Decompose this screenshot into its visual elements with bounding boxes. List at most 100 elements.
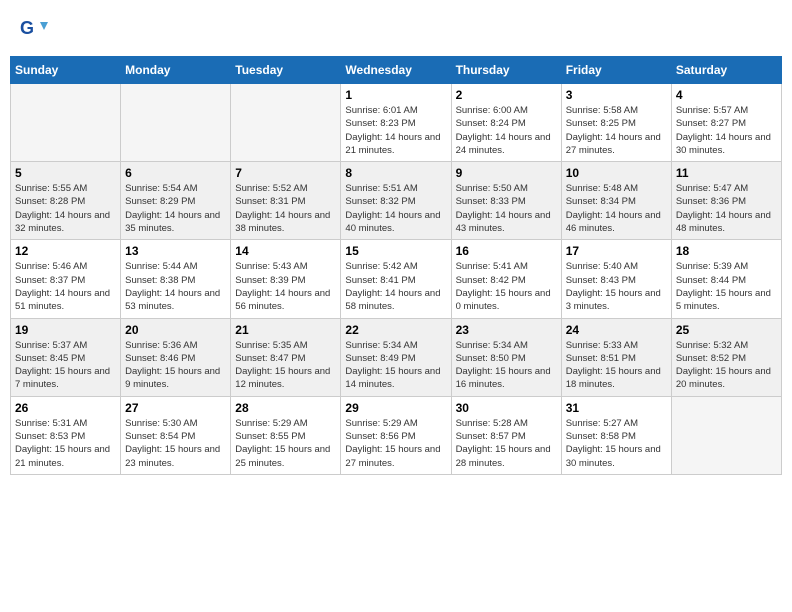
calendar-day (11, 84, 121, 162)
calendar-day: 28 Sunrise: 5:29 AMSunset: 8:55 PMDayligh… (231, 396, 341, 474)
day-info: Sunrise: 5:29 AMSunset: 8:55 PMDaylight:… (235, 417, 336, 470)
day-number: 10 (566, 166, 667, 180)
calendar-day: 1 Sunrise: 6:01 AMSunset: 8:23 PMDaylight… (341, 84, 451, 162)
day-info: Sunrise: 5:32 AMSunset: 8:52 PMDaylight:… (676, 339, 777, 392)
day-number: 3 (566, 88, 667, 102)
day-info: Sunrise: 5:42 AMSunset: 8:41 PMDaylight:… (345, 260, 446, 313)
calendar-week-row: 5 Sunrise: 5:55 AMSunset: 8:28 PMDaylight… (11, 162, 782, 240)
day-info: Sunrise: 5:35 AMSunset: 8:47 PMDaylight:… (235, 339, 336, 392)
calendar-week-row: 19 Sunrise: 5:37 AMSunset: 8:45 PMDayligh… (11, 318, 782, 396)
day-info: Sunrise: 5:52 AMSunset: 8:31 PMDaylight:… (235, 182, 336, 235)
day-number: 9 (456, 166, 557, 180)
day-info: Sunrise: 5:58 AMSunset: 8:25 PMDaylight:… (566, 104, 667, 157)
calendar-week-row: 26Sunrise: 5:31 AMSunset: 8:53 PMDayligh… (11, 396, 782, 474)
svg-text:G: G (20, 18, 34, 38)
day-info: Sunrise: 5:40 AMSunset: 8:43 PMDaylight:… (566, 260, 667, 313)
calendar-day: 8 Sunrise: 5:51 AMSunset: 8:32 PMDaylight… (341, 162, 451, 240)
calendar-day: 22 Sunrise: 5:34 AMSunset: 8:49 PMDayligh… (341, 318, 451, 396)
logo-icon: G (18, 14, 48, 44)
logo: G (18, 14, 50, 44)
day-info: Sunrise: 5:55 AMSunset: 8:28 PMDaylight:… (15, 182, 116, 235)
weekday-header: Wednesday (341, 57, 451, 84)
day-number: 27 (125, 401, 226, 415)
calendar-day: 6 Sunrise: 5:54 AMSunset: 8:29 PMDaylight… (121, 162, 231, 240)
day-number: 21 (235, 323, 336, 337)
weekday-header: Saturday (671, 57, 781, 84)
weekday-header: Monday (121, 57, 231, 84)
calendar-day: 7 Sunrise: 5:52 AMSunset: 8:31 PMDaylight… (231, 162, 341, 240)
day-info: Sunrise: 5:43 AMSunset: 8:39 PMDaylight:… (235, 260, 336, 313)
day-info: Sunrise: 5:36 AMSunset: 8:46 PMDaylight:… (125, 339, 226, 392)
day-info: Sunrise: 5:30 AMSunset: 8:54 PMDaylight:… (125, 417, 226, 470)
day-info: Sunrise: 6:01 AMSunset: 8:23 PMDaylight:… (345, 104, 446, 157)
day-info: Sunrise: 6:00 AMSunset: 8:24 PMDaylight:… (456, 104, 557, 157)
day-number: 24 (566, 323, 667, 337)
day-number: 17 (566, 244, 667, 258)
calendar-day: 12 Sunrise: 5:46 AMSunset: 8:37 PMDayligh… (11, 240, 121, 318)
day-number: 4 (676, 88, 777, 102)
calendar-day: 25 Sunrise: 5:32 AMSunset: 8:52 PMDayligh… (671, 318, 781, 396)
weekday-header: Sunday (11, 57, 121, 84)
day-info: Sunrise: 5:44 AMSunset: 8:38 PMDaylight:… (125, 260, 226, 313)
day-number: 11 (676, 166, 777, 180)
calendar-day: 23 Sunrise: 5:34 AMSunset: 8:50 PMDayligh… (451, 318, 561, 396)
day-info: Sunrise: 5:50 AMSunset: 8:33 PMDaylight:… (456, 182, 557, 235)
day-number: 12 (15, 244, 116, 258)
day-number: 5 (15, 166, 116, 180)
day-info: Sunrise: 5:27 AMSunset: 8:58 PMDaylight:… (566, 417, 667, 470)
day-info: Sunrise: 5:29 AMSunset: 8:56 PMDaylight:… (345, 417, 446, 470)
day-number: 6 (125, 166, 226, 180)
calendar-day (671, 396, 781, 474)
day-number: 25 (676, 323, 777, 337)
calendar-day: 30Sunrise: 5:28 AMSunset: 8:57 PMDayligh… (451, 396, 561, 474)
weekday-header: Friday (561, 57, 671, 84)
calendar-day (231, 84, 341, 162)
day-number: 16 (456, 244, 557, 258)
day-number: 19 (15, 323, 116, 337)
calendar-day: 2Sunrise: 6:00 AMSunset: 8:24 PMDaylight… (451, 84, 561, 162)
day-info: Sunrise: 5:51 AMSunset: 8:32 PMDaylight:… (345, 182, 446, 235)
calendar-day: 24 Sunrise: 5:33 AMSunset: 8:51 PMDayligh… (561, 318, 671, 396)
calendar-day: 16 Sunrise: 5:41 AMSunset: 8:42 PMDayligh… (451, 240, 561, 318)
day-number: 23 (456, 323, 557, 337)
day-info: Sunrise: 5:37 AMSunset: 8:45 PMDaylight:… (15, 339, 116, 392)
calendar-day: 4 Sunrise: 5:57 AMSunset: 8:27 PMDaylight… (671, 84, 781, 162)
day-info: Sunrise: 5:57 AMSunset: 8:27 PMDaylight:… (676, 104, 777, 157)
day-info: Sunrise: 5:54 AMSunset: 8:29 PMDaylight:… (125, 182, 226, 235)
day-info: Sunrise: 5:34 AMSunset: 8:50 PMDaylight:… (456, 339, 557, 392)
calendar-day: 26Sunrise: 5:31 AMSunset: 8:53 PMDayligh… (11, 396, 121, 474)
calendar-day: 27 Sunrise: 5:30 AMSunset: 8:54 PMDayligh… (121, 396, 231, 474)
day-number: 26 (15, 401, 116, 415)
day-number: 18 (676, 244, 777, 258)
day-number: 7 (235, 166, 336, 180)
weekday-header: Tuesday (231, 57, 341, 84)
calendar-day: 18Sunrise: 5:39 AMSunset: 8:44 PMDayligh… (671, 240, 781, 318)
day-info: Sunrise: 5:33 AMSunset: 8:51 PMDaylight:… (566, 339, 667, 392)
calendar-day: 21 Sunrise: 5:35 AMSunset: 8:47 PMDayligh… (231, 318, 341, 396)
day-number: 30 (456, 401, 557, 415)
calendar-day: 14 Sunrise: 5:43 AMSunset: 8:39 PMDayligh… (231, 240, 341, 318)
calendar-day: 15 Sunrise: 5:42 AMSunset: 8:41 PMDayligh… (341, 240, 451, 318)
day-number: 13 (125, 244, 226, 258)
day-number: 29 (345, 401, 446, 415)
calendar-day: 5 Sunrise: 5:55 AMSunset: 8:28 PMDaylight… (11, 162, 121, 240)
calendar-day (121, 84, 231, 162)
day-number: 8 (345, 166, 446, 180)
day-number: 14 (235, 244, 336, 258)
calendar-day: 3 Sunrise: 5:58 AMSunset: 8:25 PMDaylight… (561, 84, 671, 162)
calendar-day: 17 Sunrise: 5:40 AMSunset: 8:43 PMDayligh… (561, 240, 671, 318)
day-info: Sunrise: 5:47 AMSunset: 8:36 PMDaylight:… (676, 182, 777, 235)
day-number: 28 (235, 401, 336, 415)
calendar-day: 20Sunrise: 5:36 AMSunset: 8:46 PMDayligh… (121, 318, 231, 396)
day-info: Sunrise: 5:46 AMSunset: 8:37 PMDaylight:… (15, 260, 116, 313)
day-number: 22 (345, 323, 446, 337)
day-info: Sunrise: 5:34 AMSunset: 8:49 PMDaylight:… (345, 339, 446, 392)
page-header: G (10, 10, 782, 48)
calendar-week-row: 1 Sunrise: 6:01 AMSunset: 8:23 PMDaylight… (11, 84, 782, 162)
day-number: 31 (566, 401, 667, 415)
day-number: 15 (345, 244, 446, 258)
calendar-day: 19 Sunrise: 5:37 AMSunset: 8:45 PMDayligh… (11, 318, 121, 396)
day-number: 1 (345, 88, 446, 102)
day-info: Sunrise: 5:41 AMSunset: 8:42 PMDaylight:… (456, 260, 557, 313)
calendar-day: 13 Sunrise: 5:44 AMSunset: 8:38 PMDayligh… (121, 240, 231, 318)
